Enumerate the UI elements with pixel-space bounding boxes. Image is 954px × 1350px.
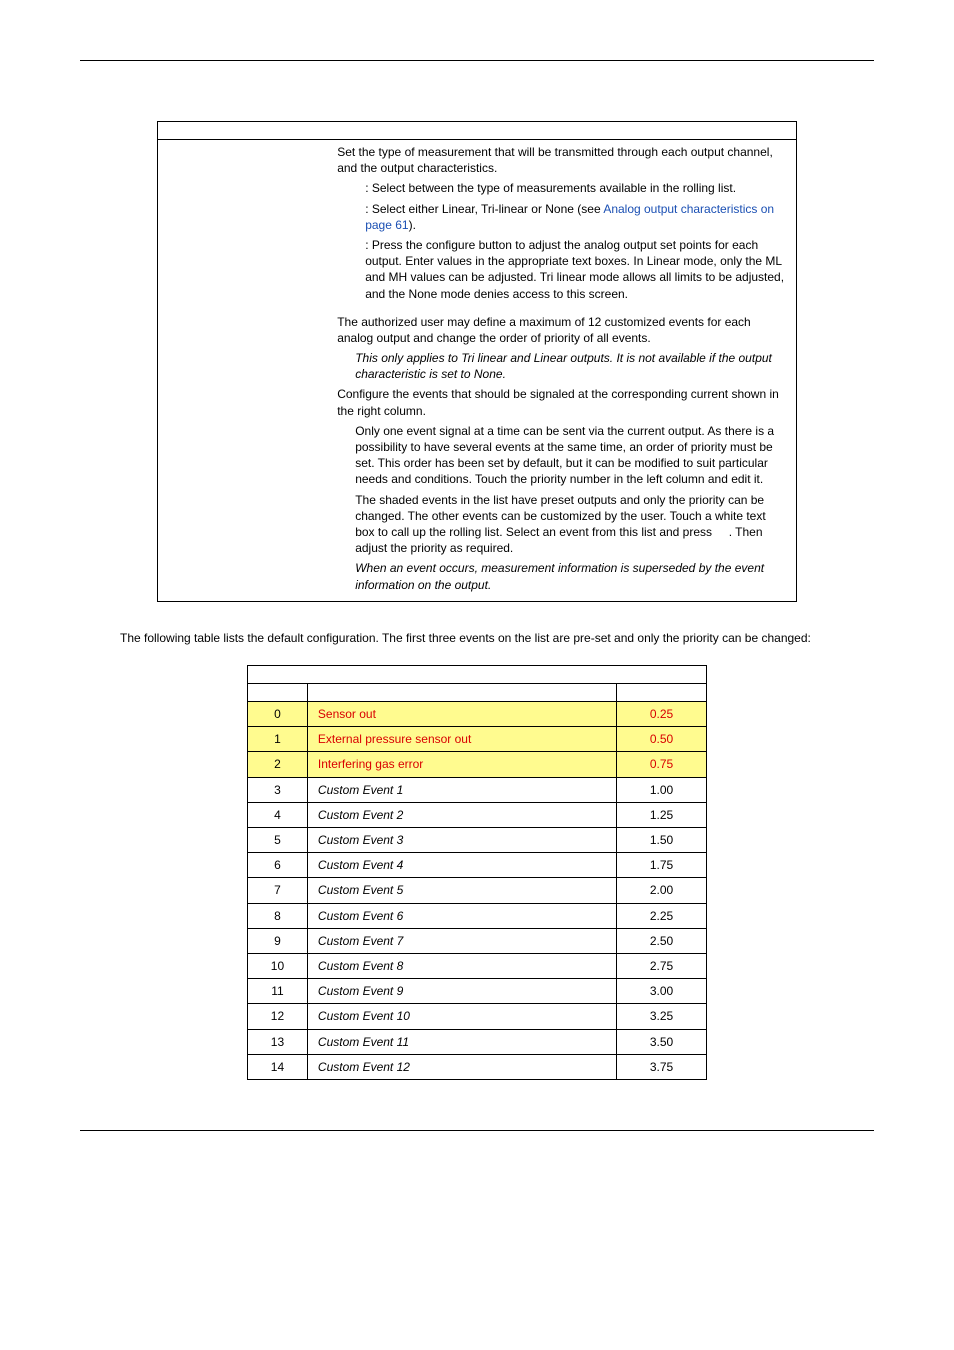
table-row: 8Custom Event 62.25 (248, 903, 707, 928)
top-horizontal-rule (80, 60, 874, 61)
events-table-header-row-1 (248, 666, 707, 684)
event-cell: Custom Event 11 (307, 1029, 616, 1054)
priority-cell: 11 (248, 979, 308, 1004)
table-row: 1External pressure sensor out0.50 (248, 727, 707, 752)
priority-cell: 6 (248, 853, 308, 878)
config-row-description: Set the type of measurement that will be… (327, 140, 796, 310)
output-cell: 3.00 (617, 979, 707, 1004)
priority-cell: 12 (248, 1004, 308, 1029)
output-cell: 1.25 (617, 802, 707, 827)
table-row: 2Interfering gas error0.75 (248, 752, 707, 777)
output-cell: 0.50 (617, 727, 707, 752)
table-row: 5Custom Event 31.50 (248, 828, 707, 853)
bottom-horizontal-rule (80, 1130, 874, 1131)
table-row: 0Sensor out0.25 (248, 702, 707, 727)
output-cell: 2.25 (617, 903, 707, 928)
event-cell: Custom Event 7 (307, 928, 616, 953)
priority-cell: 4 (248, 802, 308, 827)
table-row: 11Custom Event 93.00 (248, 979, 707, 1004)
priority-cell: 9 (248, 928, 308, 953)
events-table-header-span (248, 666, 707, 684)
output-cell: 3.50 (617, 1029, 707, 1054)
event-cell: Custom Event 1 (307, 777, 616, 802)
output-cell: 1.50 (617, 828, 707, 853)
output-cell: 3.25 (617, 1004, 707, 1029)
output-cell: 1.00 (617, 777, 707, 802)
output-cell: 2.00 (617, 878, 707, 903)
config-row-label (158, 310, 328, 602)
priority-cell: 0 (248, 702, 308, 727)
event-cell: Custom Event 10 (307, 1004, 616, 1029)
config-header-left (158, 122, 328, 140)
config-description-block: Configure the events that should be sign… (337, 386, 786, 418)
event-cell: Custom Event 4 (307, 853, 616, 878)
output-cell: 0.75 (617, 752, 707, 777)
events-header-output (617, 684, 707, 702)
event-cell: Custom Event 8 (307, 953, 616, 978)
config-row-label (158, 140, 328, 310)
config-table-header-row (158, 122, 797, 140)
config-description-block: The authorized user may define a maximum… (337, 314, 786, 346)
config-table-row: Set the type of measurement that will be… (158, 140, 797, 310)
table-row: 7Custom Event 52.00 (248, 878, 707, 903)
priority-cell: 8 (248, 903, 308, 928)
event-cell: Custom Event 6 (307, 903, 616, 928)
config-description-block: Only one event signal at a time can be s… (337, 423, 786, 488)
config-description-block: The shaded events in the list have prese… (337, 492, 786, 557)
table-row: 13Custom Event 113.50 (248, 1029, 707, 1054)
config-table-row: The authorized user may define a maximum… (158, 310, 797, 602)
events-header-priority (248, 684, 308, 702)
config-description-block: This only applies to Tri linear and Line… (337, 350, 786, 382)
table-row: 4Custom Event 21.25 (248, 802, 707, 827)
event-cell: Custom Event 3 (307, 828, 616, 853)
config-description-block: : Select either Linear, Tri-linear or No… (337, 201, 786, 233)
table-row: 10Custom Event 82.75 (248, 953, 707, 978)
output-cell: 2.50 (617, 928, 707, 953)
priority-cell: 5 (248, 828, 308, 853)
output-cell: 3.75 (617, 1054, 707, 1079)
table-row: 14Custom Event 123.75 (248, 1054, 707, 1079)
events-table-header-row-2 (248, 684, 707, 702)
config-description-block: : Press the configure button to adjust t… (337, 237, 786, 302)
intro-paragraph: The following table lists the default co… (120, 630, 880, 647)
priority-cell: 13 (248, 1029, 308, 1054)
config-row-description: The authorized user may define a maximum… (327, 310, 796, 602)
events-table: 0Sensor out0.251External pressure sensor… (247, 665, 707, 1080)
events-header-event (307, 684, 616, 702)
event-cell: Custom Event 5 (307, 878, 616, 903)
output-cell: 1.75 (617, 853, 707, 878)
config-description-block: Set the type of measurement that will be… (337, 144, 786, 176)
priority-cell: 14 (248, 1054, 308, 1079)
priority-cell: 7 (248, 878, 308, 903)
priority-cell: 1 (248, 727, 308, 752)
priority-cell: 3 (248, 777, 308, 802)
table-row: 3Custom Event 11.00 (248, 777, 707, 802)
priority-cell: 10 (248, 953, 308, 978)
event-cell: Custom Event 12 (307, 1054, 616, 1079)
config-description-block: : Select between the type of measurement… (337, 180, 786, 196)
config-description-block: When an event occurs, measurement inform… (337, 560, 786, 592)
table-row: 9Custom Event 72.50 (248, 928, 707, 953)
table-row: 6Custom Event 41.75 (248, 853, 707, 878)
configuration-table: Set the type of measurement that will be… (157, 121, 797, 602)
event-cell: Custom Event 9 (307, 979, 616, 1004)
table-row: 12Custom Event 103.25 (248, 1004, 707, 1029)
priority-cell: 2 (248, 752, 308, 777)
config-header-right (327, 122, 796, 140)
output-cell: 0.25 (617, 702, 707, 727)
event-cell: External pressure sensor out (307, 727, 616, 752)
event-cell: Interfering gas error (307, 752, 616, 777)
event-cell: Custom Event 2 (307, 802, 616, 827)
event-cell: Sensor out (307, 702, 616, 727)
output-cell: 2.75 (617, 953, 707, 978)
